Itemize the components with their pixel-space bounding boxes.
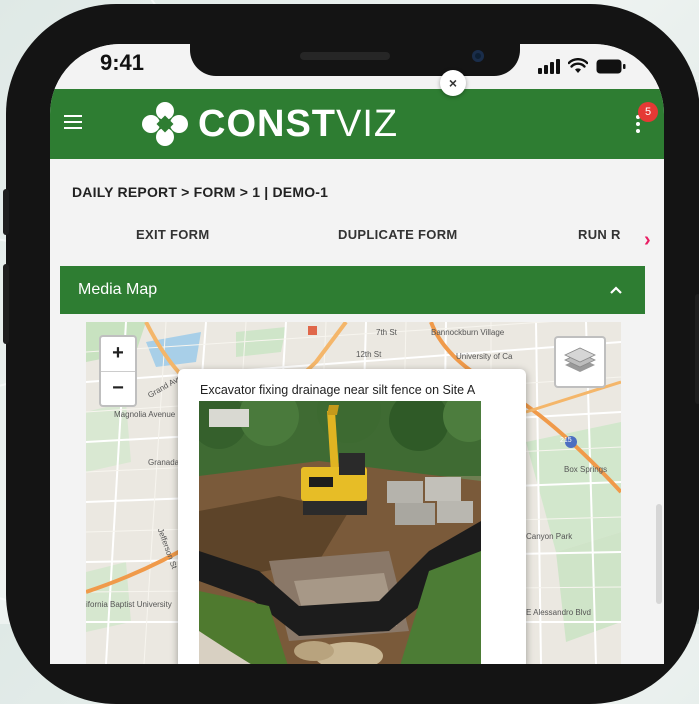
map-label-magnolia: Magnolia Avenue [114,410,176,419]
scroll-right-icon[interactable]: › [644,229,651,252]
power-button [695,294,699,404]
signal-icon [538,59,560,74]
scrollbar[interactable] [656,504,662,604]
zoom-in-button[interactable]: + [101,337,135,372]
map-label-box-springs: Box Springs [564,465,608,474]
status-time: 9:41 [100,50,145,75]
map-label-7th-st: 7th St [376,328,397,337]
logo-wordmark: CONSTVIZ [198,102,399,145]
logo-mark-icon [142,102,188,146]
volume-up-button [3,189,9,235]
wifi-icon [568,58,588,73]
map-label-granada: Granada [148,458,180,467]
panel-title: Media Map [78,281,158,298]
popup-caption: Excavator fixing drainage near silt fenc… [200,383,476,397]
excavator-photo[interactable] [199,401,481,664]
zoom-control: + − [99,335,137,407]
map-label-route: 215 [560,437,572,444]
app-logo: CONSTVIZ [140,101,398,147]
notch [190,44,520,76]
app-header: CONSTVIZ 5 [50,89,664,159]
volume-down-button [3,264,9,344]
front-camera [472,50,484,62]
map-label-baptist-university: ifornia Baptist University [86,600,172,609]
close-popup-button[interactable]: × [440,70,466,96]
map-label-university: University of Ca [456,352,513,361]
status-bar: 9:41 [50,44,664,89]
map-label-canyon-park: Canyon Park [526,532,573,541]
exit-form-button[interactable]: EXIT FORM [136,227,209,242]
duplicate-form-button[interactable]: DUPLICATE FORM [338,227,458,242]
notification-badge[interactable]: 5 [638,102,658,122]
chevron-up-icon[interactable] [609,285,623,295]
phone-screen: 9:41 CONSTVIZ 5 DAILY REPORT > FORM > 1 … [50,44,664,664]
layers-icon [564,347,596,372]
map-label-alessandro: E Alessandro Blvd [526,608,591,617]
layers-button[interactable] [554,336,606,388]
status-icons [538,54,626,74]
media-map[interactable]: Magnolia Avenue Grand Ave Granada Bannoc… [86,322,621,664]
media-popup: Excavator fixing drainage near silt fenc… [178,369,526,664]
media-map-panel-header[interactable]: Media Map [60,266,645,314]
run-report-button[interactable]: RUN R [578,227,624,242]
map-label-12th-st: 12th St [356,350,382,359]
map-label-bannockburn: Bannockburn Village [431,328,505,337]
zoom-out-button[interactable]: − [101,372,135,406]
breadcrumb: DAILY REPORT > FORM > 1 | DEMO-1 [72,184,329,200]
hamburger-menu-icon[interactable] [64,115,82,133]
phone-frame: 9:41 CONSTVIZ 5 DAILY REPORT > FORM > 1 … [3,4,699,704]
speaker-grille [300,52,390,60]
battery-icon [596,59,626,74]
form-actions-bar: EXIT FORM DUPLICATE FORM RUN R › [50,219,664,259]
